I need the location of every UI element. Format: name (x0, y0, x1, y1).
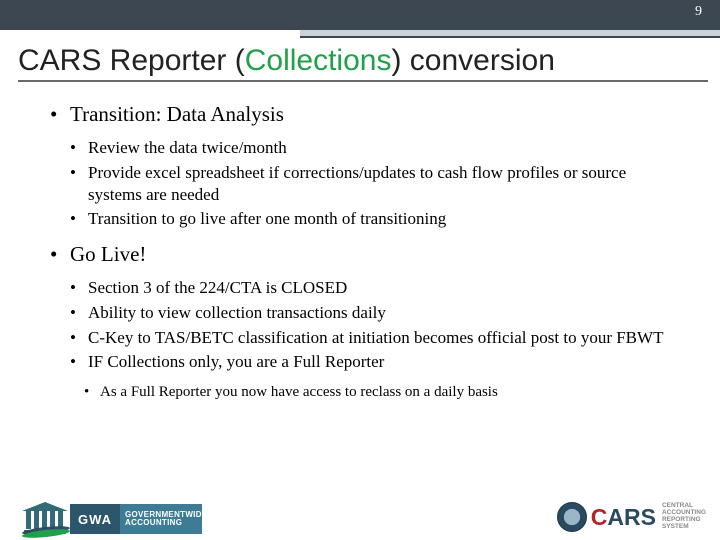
list-item: IF Collections only, you are a Full Repo… (70, 351, 680, 373)
cars-letter-r: R (624, 506, 641, 529)
bullet-list-level2: Section 3 of the 224/CTA is CLOSED Abili… (70, 277, 680, 373)
list-item: Go Live! Section 3 of the 224/CTA is CLO… (50, 242, 680, 403)
list-item: Provide excel spreadsheet if corrections… (70, 162, 680, 206)
gwa-abbrev-box: GWA (70, 504, 120, 534)
list-item: C-Key to TAS/BETC classification at init… (70, 327, 680, 349)
cars-letter-s: S (641, 506, 656, 529)
cars-subtitle: CENTRAL ACCOUNTING REPORTING SYSTEM (662, 503, 706, 530)
cars-letter-a: A (607, 506, 624, 529)
bullet-list-level2: Review the data twice/month Provide exce… (70, 137, 680, 230)
title-prefix: CARS Reporter ( (18, 44, 245, 77)
title-suffix: ) conversion (391, 44, 554, 77)
cars-sub-line: SYSTEM (662, 524, 706, 531)
gwa-line2: ACCOUNTING (125, 519, 202, 527)
title-text: CARS Reporter (Collections) conversion (18, 44, 708, 82)
cars-logo: C A R S CENTRAL ACCOUNTING REPORTING SYS… (557, 502, 706, 532)
cars-letter-c: C (591, 506, 608, 529)
list-item: Section 3 of the 224/CTA is CLOSED (70, 277, 680, 299)
building-icon (22, 502, 68, 534)
page-number: 9 (695, 4, 702, 20)
list-item: Transition to go live after one month of… (70, 208, 680, 230)
content-area: Transition: Data Analysis Review the dat… (0, 84, 720, 403)
cars-wordmark: C A R S (591, 506, 656, 529)
bullet-list-level1: Transition: Data Analysis Review the dat… (50, 102, 680, 403)
section-heading: Transition: Data Analysis (70, 102, 284, 126)
footer: GWA GOVERNMENTWIDE ACCOUNTING C A R S CE… (0, 494, 720, 540)
list-item: Transition: Data Analysis Review the dat… (50, 102, 680, 230)
seal-icon (557, 502, 587, 532)
section-heading: Go Live! (70, 242, 146, 266)
list-item: Ability to view collection transactions … (70, 302, 680, 324)
bullet-list-level3: As a Full Reporter you now have access t… (84, 383, 680, 403)
list-item: Review the data twice/month (70, 137, 680, 159)
top-bar: 9 (0, 0, 720, 30)
gwa-logo: GWA GOVERNMENTWIDE ACCOUNTING (22, 502, 202, 534)
gwa-full-text: GOVERNMENTWIDE ACCOUNTING (120, 504, 202, 534)
slide-title: CARS Reporter (Collections) conversion (0, 38, 720, 84)
list-item: As a Full Reporter you now have access t… (84, 383, 680, 403)
title-highlight: Collections (245, 44, 392, 77)
slide: 9 CARS Reporter (Collections) conversion… (0, 0, 720, 540)
gwa-abbrev: GWA (78, 512, 112, 527)
accent-bar (300, 30, 720, 38)
